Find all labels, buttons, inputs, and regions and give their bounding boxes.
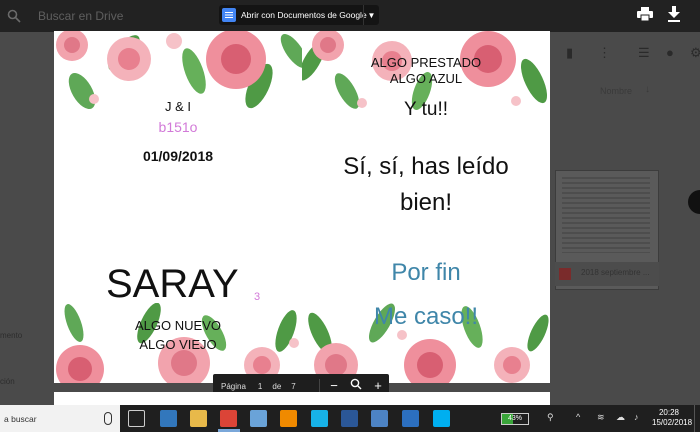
open-with-label: Abrir con Documentos de Google [241, 10, 367, 20]
windows-taskbar: a buscar 43% ⚲ ^ ≋ ☁ ♪ 20:28 15/02/2018 [0, 405, 700, 432]
sort-arrow-icon[interactable]: ↓ [645, 84, 650, 95]
taskbar-search[interactable]: a buscar [0, 405, 120, 432]
text-me-caso: Me caso!! [373, 303, 479, 330]
microphone-icon[interactable] [104, 412, 112, 425]
battery-indicator[interactable]: 43% [501, 413, 529, 425]
show-desktop-button[interactable] [694, 405, 700, 432]
google-docs-icon [222, 8, 236, 22]
page-of-label: de [272, 381, 282, 391]
text-algo-azul: ALGO AZUL [389, 71, 463, 86]
vlc-icon[interactable] [280, 410, 297, 427]
download-icon[interactable] [665, 6, 683, 24]
info-icon[interactable]: ● [666, 45, 674, 60]
sidebar-label[interactable]: mento [0, 331, 22, 340]
paint-icon[interactable] [250, 410, 267, 427]
drive-toolbar: ▮ ⋮ ☰ ● ⚙ [550, 36, 700, 70]
trash-icon[interactable]: ▮ [566, 45, 573, 61]
divider [319, 379, 320, 393]
wifi-icon[interactable]: ≋ [597, 412, 605, 423]
document-page: J & I b151o 01/09/2018 SARAY 3 ALGO NUEV… [54, 31, 550, 383]
text-bien: bien! [399, 189, 453, 216]
system-clock[interactable]: 20:28 15/02/2018 [652, 408, 693, 428]
text-algo-viejo: ALGO VIEJO [139, 337, 217, 352]
sidebar-label[interactable]: ción [0, 377, 15, 386]
volume-icon[interactable]: ♪ [634, 412, 639, 422]
chevron-up-icon[interactable]: ^ [576, 412, 580, 422]
chevron-down-icon[interactable]: ▼ [363, 5, 379, 25]
store-icon[interactable] [371, 410, 388, 427]
file-name: 2018 septiembre ... [581, 268, 650, 277]
file-explorer-icon[interactable] [190, 410, 207, 427]
page-number-input[interactable]: 1 [258, 382, 262, 391]
text-y-tu: Y tu!! [403, 99, 448, 120]
skype-icon[interactable] [433, 410, 450, 427]
taskbar-search-text: a buscar [4, 414, 37, 424]
document-right-panel: ALGO PRESTADO ALGO AZUL Y tu!! Sí, sí, h… [302, 31, 550, 383]
task-view-icon[interactable] [128, 410, 145, 427]
next-page-preview [54, 392, 550, 405]
text-si-si: Sí, sí, has leído [343, 153, 509, 180]
more-vert-icon[interactable]: ⋮ [598, 45, 611, 61]
event-date: 01/09/2018 [142, 148, 214, 164]
battery-percent: 43% [507, 415, 522, 422]
word-icon[interactable] [341, 410, 358, 427]
text-algo-nuevo: ALGO NUEVO [135, 318, 221, 333]
clock-date: 15/02/2018 [652, 418, 693, 427]
tuenti-icon[interactable] [402, 410, 419, 427]
name-superscript: 3 [254, 291, 261, 303]
print-icon[interactable] [636, 7, 654, 23]
edge-icon[interactable] [160, 410, 177, 427]
document-left-panel: J & I b151o 01/09/2018 SARAY 3 ALGO NUEV… [54, 31, 302, 383]
people-icon[interactable]: ⚲ [547, 412, 554, 423]
code-text: b151o [158, 119, 198, 135]
page-label: Página [221, 381, 246, 391]
text-por-fin: Por fin [391, 259, 461, 286]
bride-name: SARAY [106, 262, 239, 306]
column-name-header[interactable]: Nombre [600, 86, 632, 96]
cloud-icon[interactable]: ☁ [616, 412, 625, 423]
thumbnail-preview [562, 177, 650, 253]
open-with-button[interactable]: Abrir con Documentos de Google ▼ [219, 5, 379, 25]
side-panel-button[interactable] [688, 190, 700, 214]
search-icon[interactable] [7, 9, 21, 23]
drive-search-input[interactable]: Buscar en Drive [38, 9, 123, 23]
pdf-icon [559, 268, 571, 280]
chrome-icon[interactable] [220, 410, 237, 427]
settings-icon[interactable]: ⚙ [690, 45, 700, 61]
list-view-icon[interactable]: ☰ [638, 45, 650, 61]
initials: J & I [164, 99, 191, 114]
text-algo-prestado: ALGO PRESTADO [370, 55, 482, 70]
file-thumbnail-label[interactable]: 2018 septiembre ... [555, 262, 659, 286]
page-total: 7 [291, 381, 296, 391]
clock-time: 20:28 [658, 408, 680, 417]
kodi-icon[interactable] [311, 410, 328, 427]
